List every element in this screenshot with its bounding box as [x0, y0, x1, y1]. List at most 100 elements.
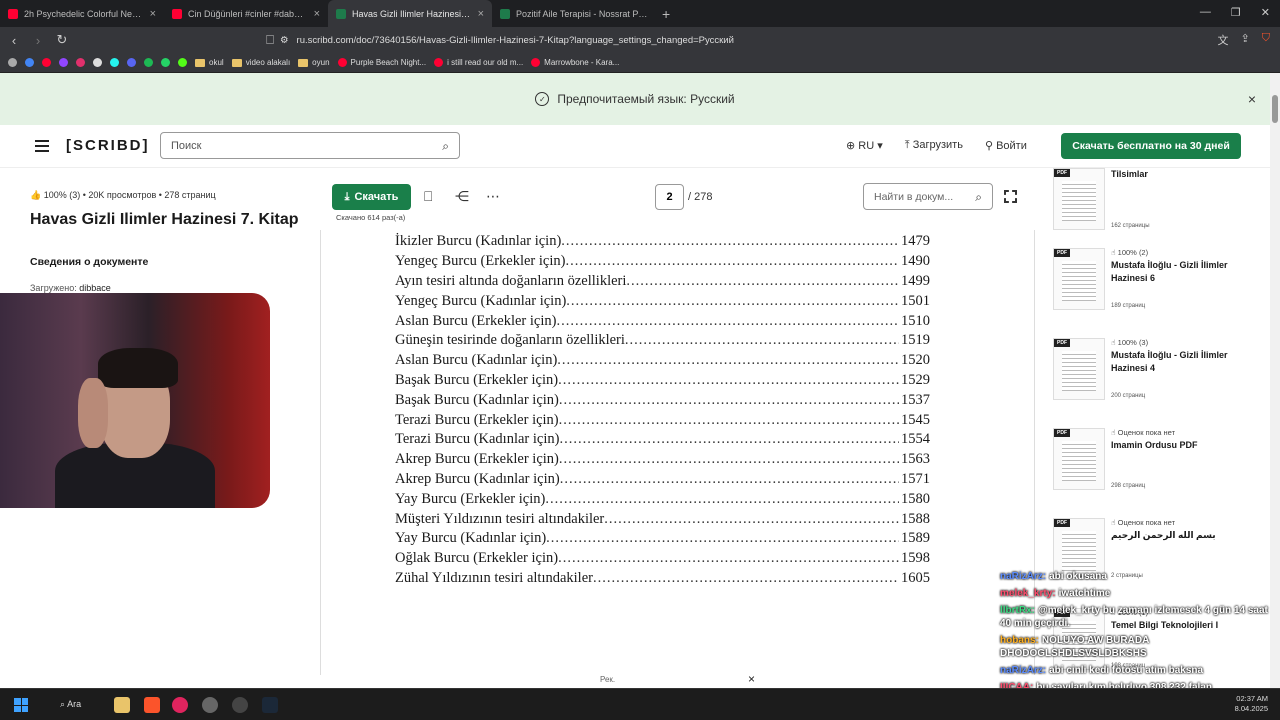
related-title[interactable]: Tilsimlar: [1111, 168, 1261, 181]
language-label: RU: [858, 140, 875, 152]
upload-button[interactable]: ⤒ Загрузить: [905, 139, 963, 152]
login-button[interactable]: ⚲ Войти: [985, 139, 1027, 152]
brave-icon[interactable]: [144, 697, 160, 713]
bookmarks-bar: okul video alakalı oyun Purple Beach Nig…: [0, 53, 1280, 73]
x-icon[interactable]: [93, 58, 102, 67]
find-in-document-input[interactable]: Найти в докум... ⌕: [863, 183, 993, 210]
search-icon[interactable]: ⌕: [442, 139, 449, 154]
bookmark-folder-oyun[interactable]: oyun: [298, 58, 330, 67]
toc-entry: Başak Burcu (Kadınlar için) 1537: [395, 390, 930, 410]
related-title[interactable]: Mustafa İloğlu - Gizli İlimler Hazinesi …: [1111, 349, 1261, 375]
document-thumbnail[interactable]: PDF: [1053, 428, 1105, 490]
system-clock[interactable]: 02:37 AM 8.04.2025: [1235, 694, 1268, 714]
language-selector[interactable]: ⊕ RU ▾: [846, 139, 883, 152]
toc-leader-dots: [558, 372, 899, 389]
toc-entry-title: Akrep Burcu (Kadınlar için): [395, 470, 560, 487]
toc-entry-page: 1537: [901, 391, 930, 408]
new-tab-button[interactable]: +: [662, 6, 670, 22]
chat-text: iwatchtime: [1058, 588, 1111, 599]
toc-entry: Oğlak Burcu (Erkekler için) 1598: [395, 549, 930, 569]
bookmark-old-m[interactable]: i still read our old m...: [434, 58, 523, 67]
document-thumbnail[interactable]: PDF: [1053, 338, 1105, 400]
share-icon[interactable]: ⇪: [1241, 32, 1250, 48]
header-actions: ⊕ RU ▾ ⤒ Загрузить ⚲ Войти: [846, 139, 1027, 152]
taskbar-search[interactable]: ⌕ Ara: [60, 699, 81, 710]
app-icon[interactable]: [202, 697, 218, 713]
translate-icon[interactable]: 文: [1218, 32, 1229, 48]
google-icon[interactable]: [25, 58, 34, 67]
more-options-icon[interactable]: ⋯: [486, 188, 500, 205]
download-button[interactable]: ⤓ Скачать: [332, 184, 411, 210]
chat-username: llbrtRx:: [1000, 605, 1035, 616]
scribd-logo[interactable]: [SCRIBD]: [66, 137, 150, 154]
bookmark-folder-okul[interactable]: okul: [195, 58, 224, 67]
scrollbar-thumb[interactable]: [1272, 95, 1278, 123]
banner-close-button[interactable]: ×: [1248, 91, 1256, 107]
minimize-icon[interactable]: —: [1200, 6, 1211, 19]
menu-icon[interactable]: [35, 140, 49, 155]
bookmark-icon[interactable]: ⎕: [260, 32, 280, 48]
tiktok-icon[interactable]: [110, 58, 119, 67]
toc-entry: Aslan Burcu (Erkekler için) 1510: [395, 311, 930, 331]
tab-3-active[interactable]: Havas Gizli Ilimler Hazinesi 7. Kita ×: [328, 0, 492, 27]
tab-1[interactable]: 2h Psychedelic Colorful Neon Backgr ×: [0, 0, 164, 27]
forward-icon[interactable]: ›: [28, 33, 48, 48]
document-rating: 100% (3): [43, 190, 81, 200]
obs-icon[interactable]: [232, 697, 248, 713]
reload-icon[interactable]: ↻: [52, 32, 72, 48]
instagram-icon[interactable]: [76, 58, 85, 67]
check-icon: ✓: [535, 92, 550, 106]
tab-4[interactable]: Pozitif Aile Terapisi - Nossrat Pesesch: [492, 0, 656, 27]
search-input[interactable]: Поиск ⌕: [160, 132, 460, 159]
twitch-icon[interactable]: [59, 58, 68, 67]
discord-icon[interactable]: [127, 58, 136, 67]
fullscreen-icon[interactable]: [1004, 190, 1017, 203]
toc-entry-title: Terazi Burcu (Kadınlar için): [395, 431, 560, 448]
close-icon[interactable]: ×: [150, 8, 156, 20]
maximize-icon[interactable]: ❐: [1231, 6, 1241, 19]
kick-icon[interactable]: [178, 58, 187, 67]
chat-message: naRizArz: abi cinli kedi fotosu atim baks…: [1000, 664, 1280, 677]
tab-2[interactable]: Cin Düğünleri #cinler #dabbe #korku ×: [164, 0, 328, 27]
steam-icon[interactable]: [262, 697, 278, 713]
search-placeholder: Поиск: [171, 139, 202, 152]
bookmark-marrowbone[interactable]: Marrowbone - Kara...: [531, 58, 619, 67]
media-player-icon[interactable]: [172, 697, 188, 713]
history-icon[interactable]: [8, 58, 17, 67]
site-info-icon[interactable]: ⚙: [280, 35, 289, 46]
scribd-icon: [336, 8, 346, 19]
toc-entry-page: 1571: [901, 470, 930, 487]
related-title[interactable]: Imamin Ordusu PDF: [1111, 439, 1261, 452]
free-trial-button[interactable]: Скачать бесплатно на 30 дней: [1061, 133, 1241, 159]
bookmark-folder-video[interactable]: video alakalı: [231, 58, 290, 67]
url-field[interactable]: ⚙ ru.scribd.com/doc/73640156/Havas-Gizli…: [280, 31, 734, 49]
document-thumbnail[interactable]: PDF: [1053, 168, 1105, 230]
toc-leader-dots: [593, 570, 899, 587]
file-explorer-icon[interactable]: [114, 697, 130, 713]
related-pages: 189 страниц: [1111, 303, 1146, 309]
uploaded-by: Загружено: dibbace: [30, 283, 111, 293]
toc-leader-dots: [560, 471, 899, 488]
brave-shield-icon[interactable]: ⛉: [1262, 32, 1270, 48]
back-icon[interactable]: ‹: [4, 33, 24, 48]
related-title[interactable]: بسم الله الرحمن الرحيم: [1111, 529, 1261, 542]
close-window-icon[interactable]: ✕: [1261, 6, 1270, 19]
spotify-icon[interactable]: [144, 58, 153, 67]
whatsapp-icon[interactable]: [161, 58, 170, 67]
search-icon[interactable]: ⌕: [975, 190, 982, 205]
find-placeholder: Найти в докум...: [874, 190, 954, 203]
close-icon[interactable]: ×: [314, 8, 320, 20]
save-bookmark-icon[interactable]: ⎕: [424, 188, 432, 205]
document-thumbnail[interactable]: PDF: [1053, 248, 1105, 310]
bookmark-purple-beach[interactable]: Purple Beach Night...: [337, 58, 426, 67]
close-icon[interactable]: ×: [478, 8, 484, 20]
share-icon[interactable]: ⋲: [455, 188, 469, 205]
youtube-icon: [172, 8, 182, 19]
windows-start-icon[interactable]: [14, 698, 28, 712]
youtube-icon[interactable]: [42, 58, 51, 67]
related-title[interactable]: Mustafa İloğlu - Gizli İlimler Hazinesi …: [1111, 259, 1261, 285]
ad-close-button[interactable]: ×: [748, 672, 755, 686]
page-number-input[interactable]: 2: [655, 184, 684, 210]
uploader-link[interactable]: dibbace: [79, 283, 111, 293]
chevron-down-icon: ▾: [877, 140, 883, 152]
